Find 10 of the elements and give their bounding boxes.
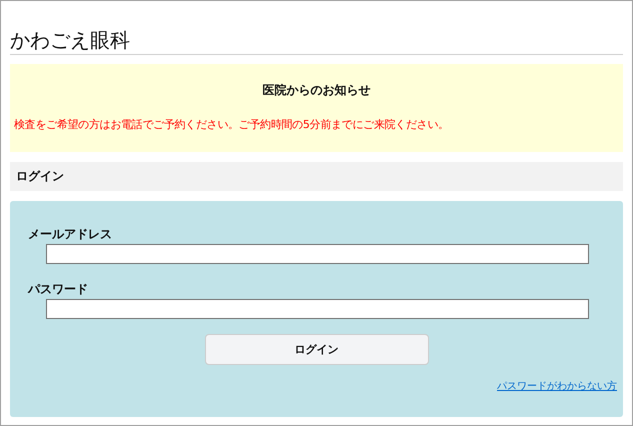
login-button[interactable]: ログイン	[204, 334, 428, 365]
input-field[interactable]	[46, 244, 589, 264]
clinic-title: かわごえ眼科	[10, 28, 623, 55]
notice-message: 検査をご希望の方はお電話でご予約ください。ご予約時間の5分前までにご来院ください。	[14, 117, 450, 132]
notice-title: 医院からのお知らせ	[262, 82, 372, 99]
forgot-password-link[interactable]: パスワードがわからない方	[497, 379, 617, 393]
field-label: メールアドレス	[28, 227, 113, 241]
section-header: ログイン	[10, 162, 623, 191]
field-label: パスワード	[28, 282, 89, 296]
input-field[interactable]	[46, 299, 589, 319]
